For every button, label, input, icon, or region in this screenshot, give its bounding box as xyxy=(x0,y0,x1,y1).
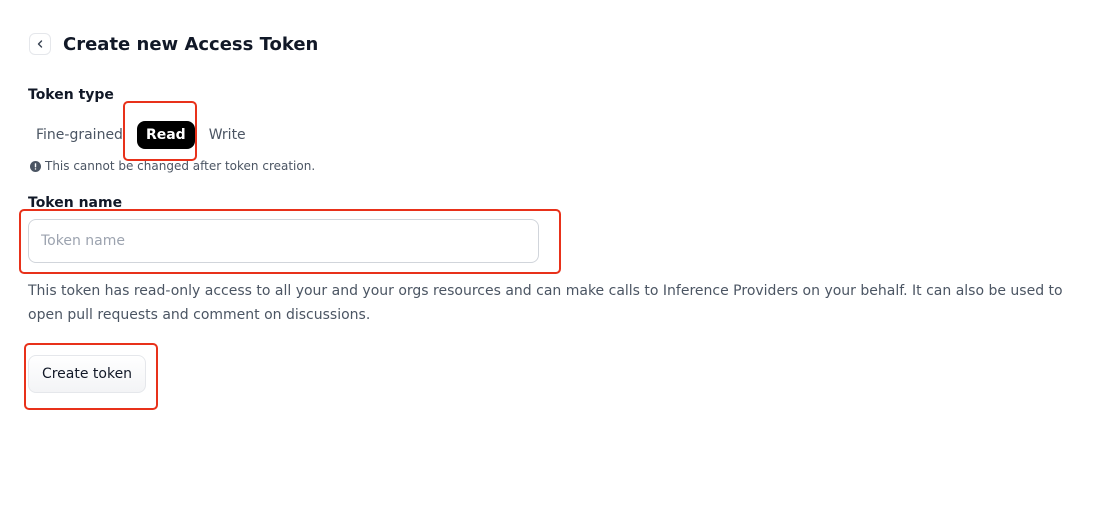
page-title: Create new Access Token xyxy=(63,33,319,55)
notice-text: This cannot be changed after token creat… xyxy=(45,159,316,173)
create-token-button[interactable]: Create token xyxy=(28,355,146,393)
token-type-read[interactable]: Read xyxy=(136,121,195,149)
token-type-label: Token type xyxy=(28,87,114,103)
token-type-write[interactable]: Write xyxy=(201,121,254,149)
token-name-input[interactable] xyxy=(28,219,539,263)
token-description: This token has read-only access to all y… xyxy=(28,283,1063,323)
info-circle-icon xyxy=(30,160,41,172)
page-header: Create new Access Token xyxy=(29,33,318,55)
token-name-label: Token name xyxy=(28,195,123,211)
token-type-notice: This cannot be changed after token creat… xyxy=(30,159,315,173)
token-type-fine-grained[interactable]: Fine-grained xyxy=(28,121,131,149)
back-button[interactable] xyxy=(29,33,51,55)
token-type-selector: Fine-grained Read Write xyxy=(28,121,254,149)
chevron-left-icon xyxy=(37,40,43,48)
